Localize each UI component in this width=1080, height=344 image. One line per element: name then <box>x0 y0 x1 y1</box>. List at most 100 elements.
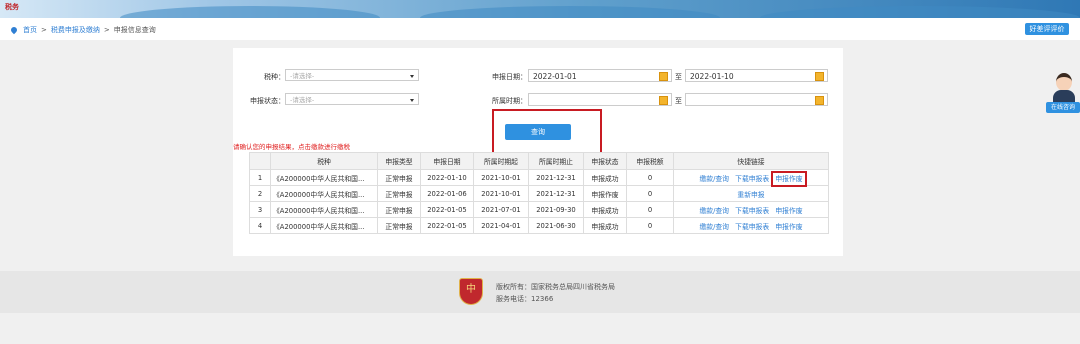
table-row: 4 《A200000中华人民共和国... 正常申报 2022-01-05 202… <box>249 217 829 234</box>
breadcrumb-separator: > <box>103 26 110 34</box>
col-header-period-end: 所属时期止 <box>528 152 584 170</box>
row-status: 申报作废 <box>583 185 627 202</box>
void-declaration-link[interactable]: 申报作废 <box>771 170 807 187</box>
tax-type-select[interactable]: -请选择- <box>285 69 419 81</box>
online-service-widget[interactable]: 在线咨询 <box>1046 73 1080 117</box>
row-tax-name: 《A200000中华人民共和国... <box>270 217 378 234</box>
row-links: 缴款/查询 下载申报表 申报作废 <box>673 169 829 187</box>
table-header-row: 税种 申报类型 申报日期 所属时期起 所属时期止 申报状态 申报税额 快捷链接 <box>249 152 829 170</box>
tax-type-placeholder: -请选择- <box>290 72 315 80</box>
row-amount: 0 <box>626 185 674 202</box>
agent-avatar-icon <box>1056 73 1072 91</box>
status-select[interactable]: -请选择- <box>285 93 419 105</box>
col-header-declare-date: 申报日期 <box>420 152 474 170</box>
calendar-icon[interactable] <box>659 96 668 105</box>
row-index: 4 <box>249 217 271 234</box>
status-placeholder: -请选择- <box>290 96 315 104</box>
pay-query-link[interactable]: 缴款/查询 <box>700 175 729 183</box>
row-status: 申报成功 <box>583 169 627 186</box>
status-label: 申报状态： <box>250 97 285 105</box>
row-amount: 0 <box>626 217 674 234</box>
location-pin-icon <box>9 25 19 35</box>
pay-query-link[interactable]: 缴款/查询 <box>700 207 729 215</box>
warning-text: 请确认您的申报结果，点击缴款进行缴税 <box>233 143 350 151</box>
tax-type-label: 税种： <box>264 73 285 81</box>
table-row: 3 《A200000中华人民共和国... 正常申报 2022-01-05 202… <box>249 201 829 218</box>
row-amount: 0 <box>626 201 674 218</box>
col-header-index <box>249 152 271 170</box>
banner-mountain <box>120 6 380 18</box>
review-button[interactable]: 好差评评价 <box>1025 23 1069 35</box>
col-header-declare-type: 申报类型 <box>377 152 421 170</box>
calendar-icon[interactable] <box>659 72 668 81</box>
footer-copyright: 版权所有：国家税务总局四川省税务局 <box>496 283 615 291</box>
breadcrumb: 首页 > 税费申报及缴纳 > 申报信息查询 <box>9 25 156 35</box>
row-status: 申报成功 <box>583 201 627 218</box>
col-header-status: 申报状态 <box>583 152 627 170</box>
download-form-link[interactable]: 下载申报表 <box>735 223 769 231</box>
row-type: 正常申报 <box>377 217 421 234</box>
row-links: 缴款/查询 下载申报表 申报作废 <box>673 217 829 234</box>
col-header-tax-type: 税种 <box>270 152 378 170</box>
void-declaration-link[interactable]: 申报作废 <box>775 223 802 231</box>
row-index: 3 <box>249 201 271 218</box>
row-type: 正常申报 <box>377 169 421 186</box>
row-status: 申报成功 <box>583 217 627 234</box>
void-declaration-link[interactable]: 申报作废 <box>775 207 802 215</box>
period-from-input[interactable] <box>528 93 672 106</box>
col-header-quick-links: 快捷链接 <box>673 152 829 170</box>
redeclare-link[interactable]: 重新申报 <box>737 191 764 199</box>
row-start: 2021-10-01 <box>473 185 529 202</box>
online-service-label[interactable]: 在线咨询 <box>1046 102 1080 113</box>
banner-mountain <box>420 6 720 18</box>
row-tax-name: 《A200000中华人民共和国... <box>270 201 378 218</box>
row-date: 2022-01-06 <box>420 185 474 202</box>
date-to-value: 2022-01-10 <box>690 72 734 81</box>
pay-query-link[interactable]: 缴款/查询 <box>700 223 729 231</box>
calendar-icon[interactable] <box>815 72 824 81</box>
calendar-icon[interactable] <box>815 96 824 105</box>
breadcrumb-tax-filing[interactable]: 税费申报及缴纳 <box>51 25 100 35</box>
agent-body-icon <box>1053 90 1075 102</box>
footer-phone: 服务电话：12366 <box>496 295 554 303</box>
row-date: 2022-01-10 <box>420 169 474 186</box>
row-start: 2021-10-01 <box>473 169 529 186</box>
download-form-link[interactable]: 下载申报表 <box>735 175 769 183</box>
row-date: 2022-01-05 <box>420 217 474 234</box>
row-index: 2 <box>249 185 271 202</box>
highlight-box-query <box>492 109 602 157</box>
date-from-value: 2022-01-01 <box>533 72 577 81</box>
row-end: 2021-06-30 <box>528 217 584 234</box>
chevron-down-icon <box>410 75 414 78</box>
logo: 税务 <box>5 3 19 11</box>
breadcrumb-home[interactable]: 首页 <box>23 25 37 35</box>
period-label: 所属时期： <box>492 97 527 105</box>
breadcrumb-bar: 首页 > 税费申报及缴纳 > 申报信息查询 <box>0 18 1080 40</box>
row-type: 正常申报 <box>377 201 421 218</box>
download-form-link[interactable]: 下载申报表 <box>735 207 769 215</box>
row-start: 2021-07-01 <box>473 201 529 218</box>
declaration-table: 税种 申报类型 申报日期 所属时期起 所属时期止 申报状态 申报税额 快捷链接 … <box>249 152 829 234</box>
row-amount: 0 <box>626 169 674 186</box>
period-to-label: 至 <box>675 97 682 105</box>
breadcrumb-separator: > <box>41 26 47 34</box>
row-end: 2021-09-30 <box>528 201 584 218</box>
row-links: 重新申报 <box>673 185 829 202</box>
row-type: 正常申报 <box>377 185 421 202</box>
banner-mountain <box>760 6 1080 18</box>
date-from-input[interactable]: 2022-01-01 <box>528 69 672 82</box>
query-panel: 税种： -请选择- 申报状态： -请选择- 申报日期： 2022-01-01 至… <box>233 48 843 256</box>
row-end: 2021-12-31 <box>528 169 584 186</box>
top-banner: 税务 <box>0 0 1080 18</box>
chevron-down-icon <box>410 99 414 102</box>
table-row: 2 《A200000中华人民共和国... 正常申报 2022-01-06 202… <box>249 185 829 202</box>
col-header-period-start: 所属时期起 <box>473 152 529 170</box>
breadcrumb-current: 申报信息查询 <box>113 26 156 34</box>
date-to-input[interactable]: 2022-01-10 <box>685 69 828 82</box>
row-start: 2021-04-01 <box>473 217 529 234</box>
row-links: 缴款/查询 下载申报表 申报作废 <box>673 201 829 218</box>
tax-emblem-icon: 中 <box>459 278 483 305</box>
period-to-input[interactable] <box>685 93 828 106</box>
row-end: 2021-12-31 <box>528 185 584 202</box>
date-label: 申报日期： <box>492 73 527 81</box>
